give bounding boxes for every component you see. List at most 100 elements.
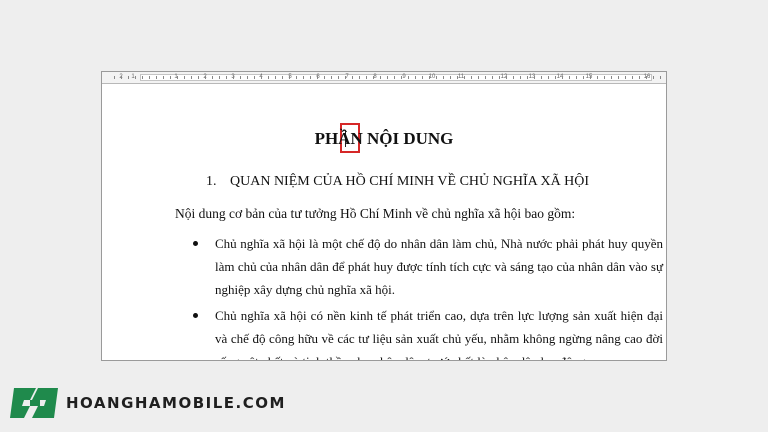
ruler-tick: [506, 76, 507, 79]
list-item-text: Chủ nghĩa xã hội là một chế độ do nhân d…: [215, 236, 663, 297]
ruler-tick: [163, 76, 164, 79]
ruler-tick: [471, 76, 472, 79]
ruler-tick: [170, 76, 171, 79]
ruler-tick: [499, 76, 500, 79]
ruler-tick: [415, 76, 416, 79]
ruler-tick: [534, 76, 535, 79]
ruler-tick: [478, 76, 479, 79]
ruler-tick: [394, 76, 395, 79]
section-heading: 1. QUAN NIỆM CỦA HỒ CHÍ MINH VỀ CHỦ NGHĨA…: [206, 172, 589, 192]
ruler-tick: [618, 76, 619, 79]
ruler-tick: [142, 76, 143, 79]
ruler-tick: [639, 76, 640, 79]
ruler-tick: [366, 76, 367, 79]
ruler-tick: [422, 76, 423, 79]
ruler-tick: [562, 76, 563, 79]
document-title: PHẦN NỘI DUNG: [314, 129, 454, 148]
ruler-tick: [653, 76, 654, 79]
ruler-tick: [296, 76, 297, 79]
bullet-icon: [193, 313, 198, 318]
ruler-tick: [282, 76, 283, 79]
ruler-tick: [583, 76, 584, 79]
ruler-tick: [387, 76, 388, 79]
ruler-tick: [604, 76, 605, 79]
ruler-tick: [443, 76, 444, 79]
ruler-label: 16: [643, 74, 651, 80]
ruler-tick: [527, 76, 528, 79]
ruler-tick: [303, 76, 304, 79]
ruler-tick: [513, 76, 514, 79]
ruler-tick: [597, 76, 598, 79]
ruler-tick: [450, 76, 451, 79]
document-page[interactable]: PHẦN NỘI DUNG 1. QUAN NIỆM CỦA HỒ CHÍ MIN…: [102, 84, 666, 360]
ruler-tick: [331, 76, 332, 79]
ruler-tick: [121, 76, 122, 79]
ruler-tick: [345, 76, 346, 79]
ruler-tick: [569, 76, 570, 79]
ruler-tick: [541, 76, 542, 79]
ruler-label: 15: [585, 74, 593, 80]
ruler-tick: [457, 76, 458, 79]
ruler-tick: [492, 76, 493, 79]
ruler-tick: [408, 76, 409, 79]
heading-text: QUAN NIỆM CỦA HỒ CHÍ MINH VỀ CHỦ NGHĨA X…: [230, 174, 590, 189]
ruler-tick: [149, 76, 150, 79]
ruler-label: 9: [402, 74, 406, 80]
ruler-tick: [317, 76, 318, 79]
ruler-tick: [520, 76, 521, 79]
ruler-tick: [198, 76, 199, 79]
ruler-tick: [352, 76, 353, 79]
ruler-tick: [219, 76, 220, 79]
ruler-tick: [632, 76, 633, 79]
ruler-tick: [373, 76, 374, 79]
ruler-tick: [177, 76, 178, 79]
list-item-text: Chủ nghĩa xã hội có nền kinh tế phát tri…: [215, 308, 663, 360]
ruler-tick: [660, 76, 661, 79]
ruler-tick: [429, 76, 430, 79]
ruler-tick: [191, 76, 192, 79]
ruler-tick: [289, 76, 290, 79]
ruler-tick: [338, 76, 339, 79]
ruler-tick: [212, 76, 213, 79]
ruler-tick: [590, 76, 591, 79]
ruler-tick: [233, 76, 234, 79]
brand-watermark: HOANGHAMOBILE.COM: [10, 385, 286, 421]
hoangha-logo-icon: [10, 386, 58, 420]
heading-number: 1.: [206, 174, 217, 189]
ruler-tick: [205, 76, 206, 79]
ruler-tick: [401, 76, 402, 79]
ruler-tick: [324, 76, 325, 79]
ruler-tick: [156, 76, 157, 79]
ruler-tick: [625, 76, 626, 79]
brand-name: HOANGHAMOBILE.COM: [66, 394, 286, 412]
ruler-tick: [114, 76, 115, 79]
ruler-tick: [576, 76, 577, 79]
ruler-tick: [555, 76, 556, 79]
ruler-tick: [135, 76, 136, 79]
ruler-tick: [359, 76, 360, 79]
ruler-tick: [184, 76, 185, 79]
list-item: Chủ nghĩa xã hội có nền kinh tế phát tri…: [175, 304, 663, 360]
ruler-tick: [128, 76, 129, 79]
ruler-tick: [275, 76, 276, 79]
document-window: 2 1 1 2 3 4 5 6 7 8 9 10 11 12 13 14 15 …: [101, 71, 667, 361]
ruler-tick: [464, 76, 465, 79]
ruler-tick: [548, 76, 549, 79]
ruler-tick: [646, 76, 647, 79]
ruler-tick: [261, 76, 262, 79]
ruler-tick: [247, 76, 248, 79]
bullet-list: Chủ nghĩa xã hội là một chế độ do nhân d…: [175, 232, 663, 360]
ruler-tick: [310, 76, 311, 79]
horizontal-ruler[interactable]: 2 1 1 2 3 4 5 6 7 8 9 10 11 12 13 14 15 …: [102, 72, 666, 84]
ruler-tick: [436, 76, 437, 79]
ruler-tick: [226, 76, 227, 79]
intro-paragraph: Nội dung cơ bản của tư tưởng Hồ Chí Minh…: [175, 206, 576, 221]
ruler-tick: [380, 76, 381, 79]
ruler-tick: [611, 76, 612, 79]
ruler-tick: [268, 76, 269, 79]
list-item: Chủ nghĩa xã hội là một chế độ do nhân d…: [175, 232, 663, 301]
ruler-tick: [254, 76, 255, 79]
ruler-tick: [240, 76, 241, 79]
bullet-icon: [193, 241, 198, 246]
ruler-tick: [485, 76, 486, 79]
